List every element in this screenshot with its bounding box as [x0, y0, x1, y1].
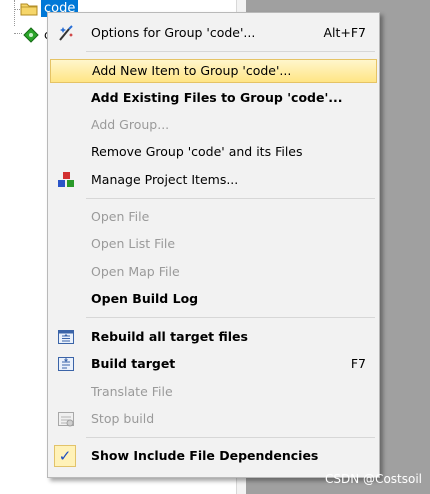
menu-item-build-target[interactable]: Build target F7 — [48, 352, 379, 376]
menu-item-translate-file: Translate File — [91, 384, 173, 399]
menu-separator — [86, 437, 375, 438]
menu-item-stop-build: Stop build — [48, 407, 379, 431]
stop-build-icon — [57, 410, 75, 428]
menu-item-remove-group[interactable]: Remove Group 'code' and its Files — [48, 140, 379, 164]
menu-item-options-for-group[interactable]: Options for Group 'code'... Alt+F7 — [48, 21, 379, 45]
diamond-file-icon — [23, 27, 39, 46]
menu-item-open-file: Open File — [91, 209, 150, 224]
menu-item-open-map-file: Open Map File — [91, 264, 180, 279]
checkmark-icon: ✓ — [54, 445, 76, 467]
menu-item-manage-project-items[interactable]: Manage Project Items... — [48, 168, 379, 192]
folder-icon — [20, 2, 38, 19]
menu-item-add-existing-files[interactable]: Add Existing Files to Group 'code'... — [48, 86, 379, 110]
tree-connector — [14, 33, 22, 34]
menu-item-open-build-log[interactable]: Open Build Log — [48, 287, 379, 311]
menu-separator — [86, 317, 375, 318]
build-icon — [57, 355, 75, 373]
context-menu: Options for Group 'code'... Alt+F7 Add N… — [47, 12, 380, 478]
options-wand-icon — [57, 24, 75, 42]
menu-item-rebuild-all[interactable]: Rebuild all target files — [48, 325, 379, 349]
watermark: CSDN @Costsoil — [325, 472, 422, 486]
menu-separator — [86, 198, 375, 199]
menu-item-open-list-file: Open List File — [91, 236, 176, 251]
tree-connector — [14, 0, 15, 26]
manage-project-icon — [57, 171, 75, 189]
menu-item-add-new-item[interactable]: Add New Item to Group 'code'... — [50, 59, 377, 83]
menu-item-show-include-dependencies[interactable]: ✓ Show Include File Dependencies — [48, 444, 379, 468]
menu-item-add-group: Add Group... — [91, 117, 170, 132]
menu-separator — [86, 51, 375, 52]
rebuild-icon — [57, 328, 75, 346]
